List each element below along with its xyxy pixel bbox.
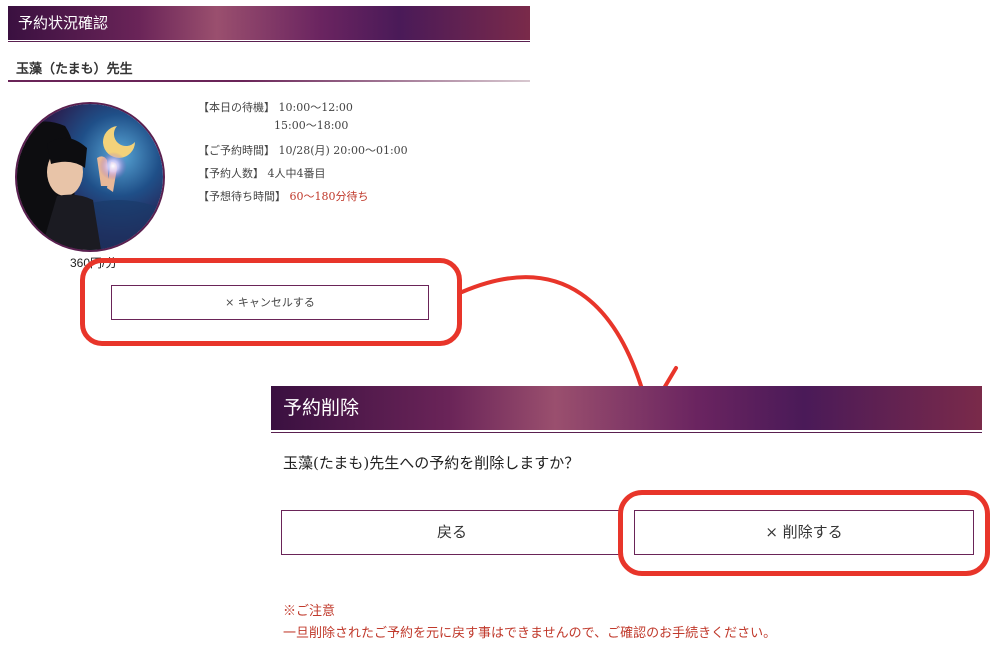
reserve-time-row: 【ご予約時間】 10/28(月) 20:00〜01:00	[198, 143, 408, 159]
reserve-time-value: 10/28(月) 20:00〜01:00	[278, 144, 408, 157]
cancel-highlight-annotation	[80, 258, 462, 346]
expected-wait-value: 60〜180分待ち	[289, 190, 369, 203]
wait-time-row: 【本日の待機】 10:00〜12:00	[198, 100, 353, 116]
reservation-count-value: 4人中4番目	[267, 167, 326, 180]
name-divider	[8, 80, 530, 82]
reservation-count-row: 【予約人数】 4人中4番目	[198, 166, 326, 182]
status-panel-header: 予約状況確認	[8, 6, 530, 40]
wait-time-label: 【本日の待機】	[198, 101, 275, 114]
header-divider	[8, 41, 530, 42]
teacher-photo	[17, 104, 163, 250]
wait-time-row-2: 15:00〜18:00	[274, 118, 348, 134]
delete-dialog-header: 予約削除	[271, 386, 982, 430]
status-panel-title: 予約状況確認	[18, 14, 109, 32]
notice-body: 一旦削除されたご予約を元に戻す事はできませんので、ご確認のお手続きください。	[283, 626, 777, 641]
back-button[interactable]: 戻る	[281, 510, 623, 555]
notice-title: ※ご注意	[283, 604, 336, 619]
expected-wait-label: 【予想待ち時間】	[198, 190, 286, 203]
reserve-time-label: 【ご予約時間】	[198, 144, 275, 157]
delete-confirmation-question: 玉藻(たまも)先生への予約を削除しますか？	[283, 454, 580, 472]
expected-wait-row: 【予想待ち時間】 60〜180分待ち	[198, 189, 369, 205]
reservation-count-label: 【予約人数】	[198, 167, 264, 180]
dialog-divider	[271, 432, 982, 433]
delete-highlight-annotation	[618, 490, 990, 576]
delete-dialog-title: 予約削除	[283, 397, 360, 419]
teacher-avatar[interactable]	[15, 102, 165, 252]
teacher-name: 玉藻（たまも）先生	[16, 62, 133, 77]
wait-time-1: 10:00〜12:00	[278, 101, 353, 114]
wait-time-2: 15:00〜18:00	[274, 119, 349, 132]
